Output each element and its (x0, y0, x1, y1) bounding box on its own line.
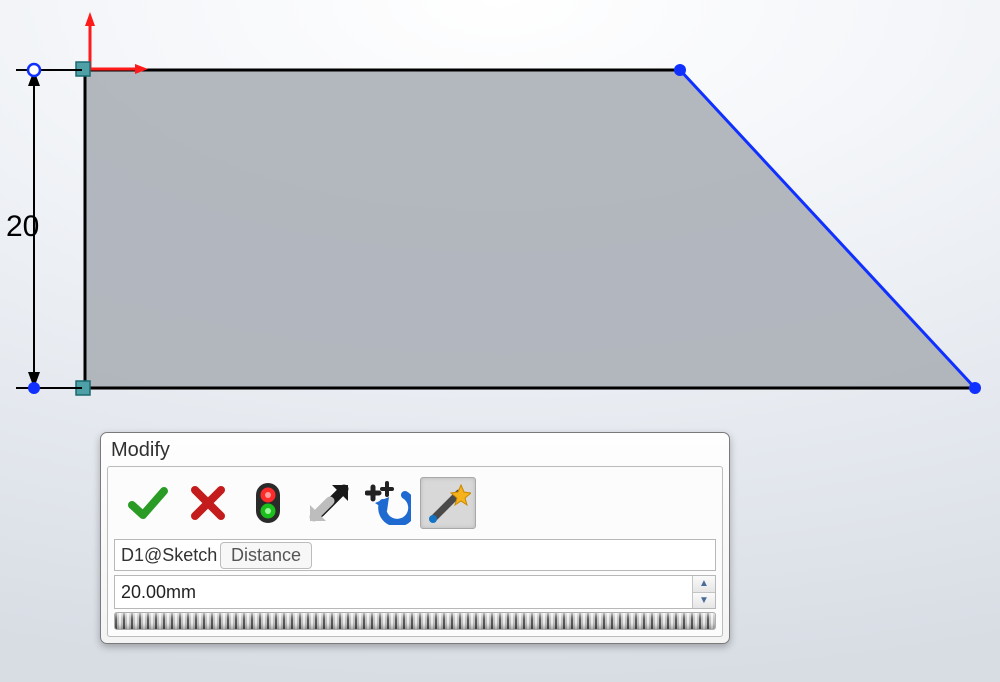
spinner-up[interactable]: ▲ (693, 576, 715, 592)
mark-dimension-button[interactable] (420, 477, 476, 529)
reverse-direction-button[interactable] (300, 477, 356, 529)
modify-toolbar (114, 473, 716, 539)
reset-spin-icon (365, 481, 411, 525)
check-icon (126, 483, 170, 523)
endpoint-top-right[interactable] (674, 64, 686, 76)
endpoint-bottom-right[interactable] (969, 382, 981, 394)
reverse-arrow-icon (306, 481, 350, 525)
reset-spin-button[interactable] (360, 477, 416, 529)
dimension-value-row: ▲ ▼ (114, 575, 716, 609)
wand-icon (425, 481, 471, 525)
modify-dialog-body: D1@Sketch Distance ▲ ▼ (107, 466, 723, 637)
x-icon (188, 483, 228, 523)
thumbwheel[interactable] (114, 612, 716, 630)
dimension-value-label[interactable]: 20 (6, 210, 39, 244)
modify-dialog: Modify (100, 432, 730, 644)
origin-y-arrowhead (85, 12, 95, 26)
dimension-handle-bottom[interactable] (28, 382, 40, 394)
dimension-handle-top[interactable] (28, 64, 40, 76)
dimension-name-text: D1@Sketch (115, 545, 217, 566)
sketch-face (85, 70, 975, 388)
modify-dialog-title: Modify (107, 437, 723, 466)
regenerate-button[interactable] (240, 477, 296, 529)
dimension-tooltip: Distance (220, 542, 312, 569)
spinner: ▲ ▼ (692, 576, 715, 608)
dimension-name-field[interactable]: D1@Sketch Distance (114, 539, 716, 571)
dimension-value-input[interactable] (115, 576, 692, 608)
spinner-down[interactable]: ▼ (693, 592, 715, 609)
sketch-canvas[interactable]: 20 (0, 0, 1000, 430)
traffic-light-icon (253, 481, 283, 525)
cancel-button[interactable] (180, 477, 236, 529)
accept-button[interactable] (120, 477, 176, 529)
